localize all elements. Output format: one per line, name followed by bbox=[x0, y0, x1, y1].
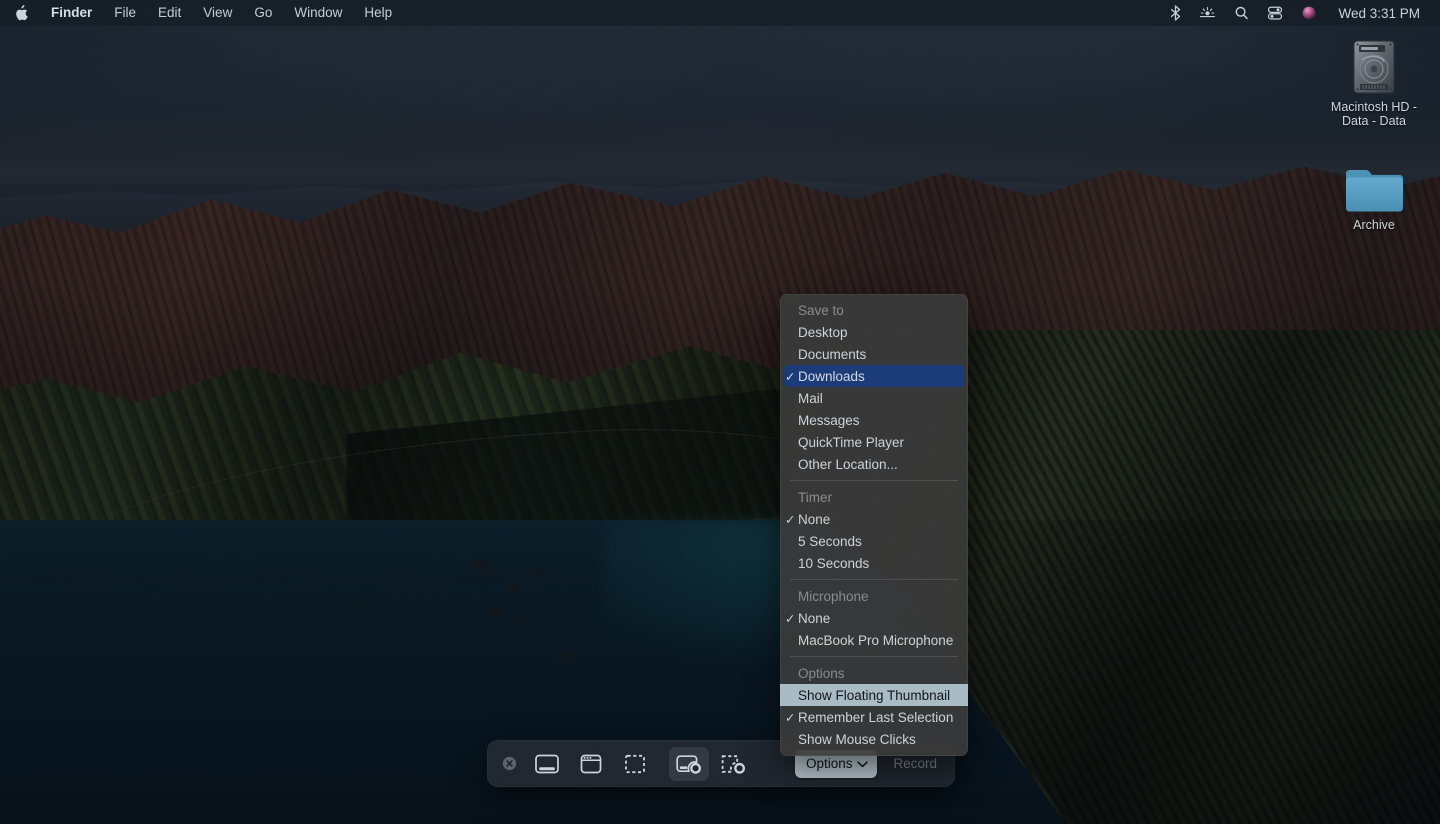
menu-item-show-mouse-clicks[interactable]: Show Mouse Clicks bbox=[780, 728, 968, 750]
options-button-label: Options bbox=[806, 756, 853, 771]
menu-item-documents[interactable]: Documents bbox=[780, 343, 968, 365]
menu-section-title-options: Options bbox=[780, 662, 968, 684]
checkmark-icon: ✓ bbox=[785, 607, 795, 629]
menu-item-timer-10-seconds[interactable]: 10 Seconds bbox=[780, 552, 968, 574]
capture-selected-portion-button[interactable] bbox=[615, 747, 655, 781]
desktop-wallpaper bbox=[0, 0, 1440, 824]
checkmark-icon: ✓ bbox=[785, 365, 795, 387]
desktop-icon-label: Archive bbox=[1326, 218, 1422, 232]
bluetooth-icon[interactable] bbox=[1161, 0, 1190, 26]
menu-item-desktop[interactable]: Desktop bbox=[780, 321, 968, 343]
menu-item-label: 5 Seconds bbox=[798, 534, 862, 549]
menu-bar-item-file[interactable]: File bbox=[103, 0, 147, 26]
menu-bar-item-window[interactable]: Window bbox=[283, 0, 353, 26]
record-selected-portion-button[interactable] bbox=[713, 747, 753, 781]
menu-item-label: Messages bbox=[798, 413, 860, 428]
wallpaper-sea-rock bbox=[516, 616, 528, 624]
menu-item-timer-none[interactable]: ✓ None bbox=[780, 508, 968, 530]
menu-item-label: None bbox=[798, 512, 830, 527]
menu-bar-app-menus: Finder File Edit View Go Window Help bbox=[0, 0, 403, 26]
menu-item-label: Desktop bbox=[798, 325, 848, 340]
menu-item-messages[interactable]: Messages bbox=[780, 409, 968, 431]
menu-separator bbox=[790, 579, 958, 580]
capture-selected-window-button[interactable] bbox=[571, 747, 611, 781]
menu-item-label: Remember Last Selection bbox=[798, 710, 953, 725]
menu-item-show-floating-thumbnail[interactable]: Show Floating Thumbnail bbox=[780, 684, 968, 706]
menu-item-label: QuickTime Player bbox=[798, 435, 904, 450]
checkmark-icon: ✓ bbox=[785, 508, 795, 530]
chevron-down-icon bbox=[857, 756, 868, 771]
wallpaper-sea-rock bbox=[487, 607, 503, 617]
folder-icon bbox=[1326, 152, 1422, 214]
wallpaper-sea-rock bbox=[530, 568, 548, 579]
apple-logo-icon[interactable] bbox=[0, 5, 40, 21]
menu-item-macbook-pro-microphone[interactable]: MacBook Pro Microphone bbox=[780, 629, 968, 651]
dashed-rect-icon bbox=[622, 753, 648, 775]
menu-section-title-timer: Timer bbox=[780, 486, 968, 508]
menu-item-label: Mail bbox=[798, 391, 823, 406]
checkmark-icon: ✓ bbox=[785, 706, 795, 728]
search-icon[interactable] bbox=[1225, 0, 1258, 26]
menu-item-label: 10 Seconds bbox=[798, 556, 869, 571]
siri-icon[interactable] bbox=[1292, 0, 1326, 26]
window-icon bbox=[578, 753, 604, 775]
wallpaper-sea-rock bbox=[360, 598, 370, 605]
dashed-rect-record-icon bbox=[719, 753, 747, 775]
wallpaper-sea-rock bbox=[505, 583, 519, 593]
menu-item-microphone-none[interactable]: ✓ None bbox=[780, 607, 968, 629]
menu-item-label: MacBook Pro Microphone bbox=[798, 633, 953, 648]
menu-separator bbox=[790, 480, 958, 481]
menu-item-other-location[interactable]: Other Location... bbox=[780, 453, 968, 475]
menu-item-label: Other Location... bbox=[798, 457, 898, 472]
menu-item-label: Downloads bbox=[798, 369, 865, 384]
brightness-icon[interactable] bbox=[1190, 0, 1225, 26]
menu-bar: Finder File Edit View Go Window Help bbox=[0, 0, 1440, 26]
menu-bar-item-help[interactable]: Help bbox=[353, 0, 403, 26]
menu-item-quicktime-player[interactable]: QuickTime Player bbox=[780, 431, 968, 453]
menu-item-label: Show Floating Thumbnail bbox=[798, 688, 950, 703]
menu-bar-status-items: Wed 3:31 PM bbox=[1161, 0, 1428, 26]
menu-item-label: None bbox=[798, 611, 830, 626]
menu-item-timer-5-seconds[interactable]: 5 Seconds bbox=[780, 530, 968, 552]
close-icon[interactable] bbox=[497, 752, 521, 776]
hard-drive-icon bbox=[1326, 34, 1422, 96]
menu-bar-item-edit[interactable]: Edit bbox=[147, 0, 192, 26]
menu-item-downloads[interactable]: ✓ Downloads bbox=[784, 365, 964, 387]
menu-section-title-microphone: Microphone bbox=[780, 585, 968, 607]
menu-bar-clock[interactable]: Wed 3:31 PM bbox=[1326, 6, 1428, 21]
wallpaper-sea-rock bbox=[470, 560, 492, 573]
record-entire-screen-button[interactable] bbox=[669, 747, 709, 781]
menu-bar-item-go[interactable]: Go bbox=[243, 0, 283, 26]
wallpaper-sea-rock bbox=[556, 652, 573, 663]
screen-record-icon bbox=[675, 753, 703, 775]
menu-item-label: Show Mouse Clicks bbox=[798, 732, 916, 747]
menu-item-remember-last-selection[interactable]: ✓ Remember Last Selection bbox=[780, 706, 968, 728]
menu-item-mail[interactable]: Mail bbox=[780, 387, 968, 409]
desktop-icon-archive[interactable]: Archive bbox=[1326, 152, 1422, 232]
menu-item-label: Documents bbox=[798, 347, 866, 362]
screen-icon bbox=[534, 753, 560, 775]
desktop-icon-label: Macintosh HD - Data - Data bbox=[1326, 100, 1422, 128]
menu-bar-item-finder[interactable]: Finder bbox=[40, 0, 103, 26]
capture-entire-screen-button[interactable] bbox=[527, 747, 567, 781]
control-center-icon[interactable] bbox=[1258, 0, 1292, 26]
record-button-label: Record bbox=[893, 756, 937, 771]
menu-section-title-save-to: Save to bbox=[780, 299, 968, 321]
menu-bar-item-view[interactable]: View bbox=[192, 0, 243, 26]
desktop-icon-macintosh-hd-data[interactable]: Macintosh HD - Data - Data bbox=[1326, 34, 1422, 128]
menu-separator bbox=[790, 656, 958, 657]
screenshot-options-menu: Save to Desktop Documents ✓ Downloads Ma… bbox=[780, 294, 968, 756]
